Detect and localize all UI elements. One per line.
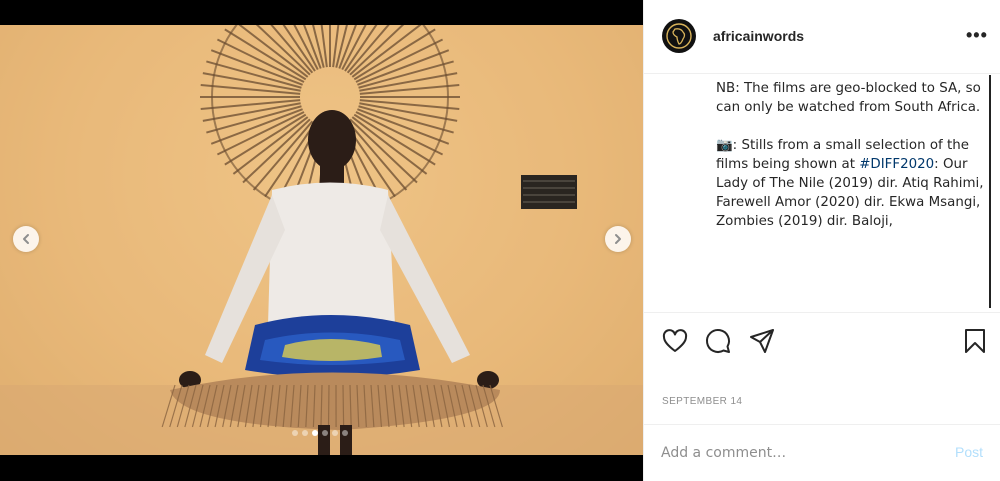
heart-icon bbox=[662, 329, 688, 352]
carousel-dot bbox=[312, 430, 318, 436]
paper-plane-icon bbox=[750, 329, 774, 353]
carousel-next-button[interactable] bbox=[605, 226, 631, 252]
caption-scroll-area[interactable]: NB: The films are geo-blocked to SA, so … bbox=[644, 75, 989, 308]
carousel-dot bbox=[322, 430, 328, 436]
photo-illustration bbox=[0, 25, 643, 455]
comment-bubble-icon bbox=[706, 329, 730, 353]
carousel-dot bbox=[332, 430, 338, 436]
carousel-indicator bbox=[292, 430, 348, 436]
post-caption: NB: The films are geo-blocked to SA, so … bbox=[716, 79, 984, 250]
post-media bbox=[0, 0, 643, 481]
chevron-right-icon bbox=[615, 234, 621, 244]
bookmark-icon bbox=[965, 329, 985, 353]
comment-bar: Post bbox=[644, 424, 1000, 481]
chevron-left-icon bbox=[23, 234, 29, 244]
carousel-prev-button[interactable] bbox=[13, 226, 39, 252]
post-comment-button[interactable]: Post bbox=[955, 444, 983, 460]
caption-scrollbar[interactable] bbox=[989, 75, 991, 308]
comment-button[interactable] bbox=[704, 327, 732, 355]
post-date: SEPTEMBER 14 bbox=[662, 396, 743, 407]
save-button[interactable] bbox=[961, 327, 989, 355]
post-photo bbox=[0, 25, 643, 455]
carousel-dot bbox=[302, 430, 308, 436]
carousel-dot bbox=[342, 430, 348, 436]
more-options-button[interactable]: ••• bbox=[966, 26, 988, 44]
africa-logo-icon bbox=[666, 23, 692, 49]
post-sidebar: africainwords ••• NB: The films are geo-… bbox=[643, 0, 1000, 481]
caption-paragraph-1: NB: The films are geo-blocked to SA, so … bbox=[716, 81, 981, 115]
carousel-dot bbox=[292, 430, 298, 436]
avatar[interactable] bbox=[662, 19, 696, 53]
post-actions bbox=[644, 312, 1000, 368]
hashtag-link[interactable]: #DIFF2020 bbox=[859, 157, 934, 172]
share-button[interactable] bbox=[748, 327, 776, 355]
post-header: africainwords ••• bbox=[644, 0, 1000, 74]
like-button[interactable] bbox=[661, 327, 689, 355]
caption-paragraph-2: 📷: Stills from a small selection of the … bbox=[716, 136, 984, 231]
username[interactable]: africainwords bbox=[713, 28, 804, 44]
comment-input[interactable] bbox=[661, 442, 931, 464]
